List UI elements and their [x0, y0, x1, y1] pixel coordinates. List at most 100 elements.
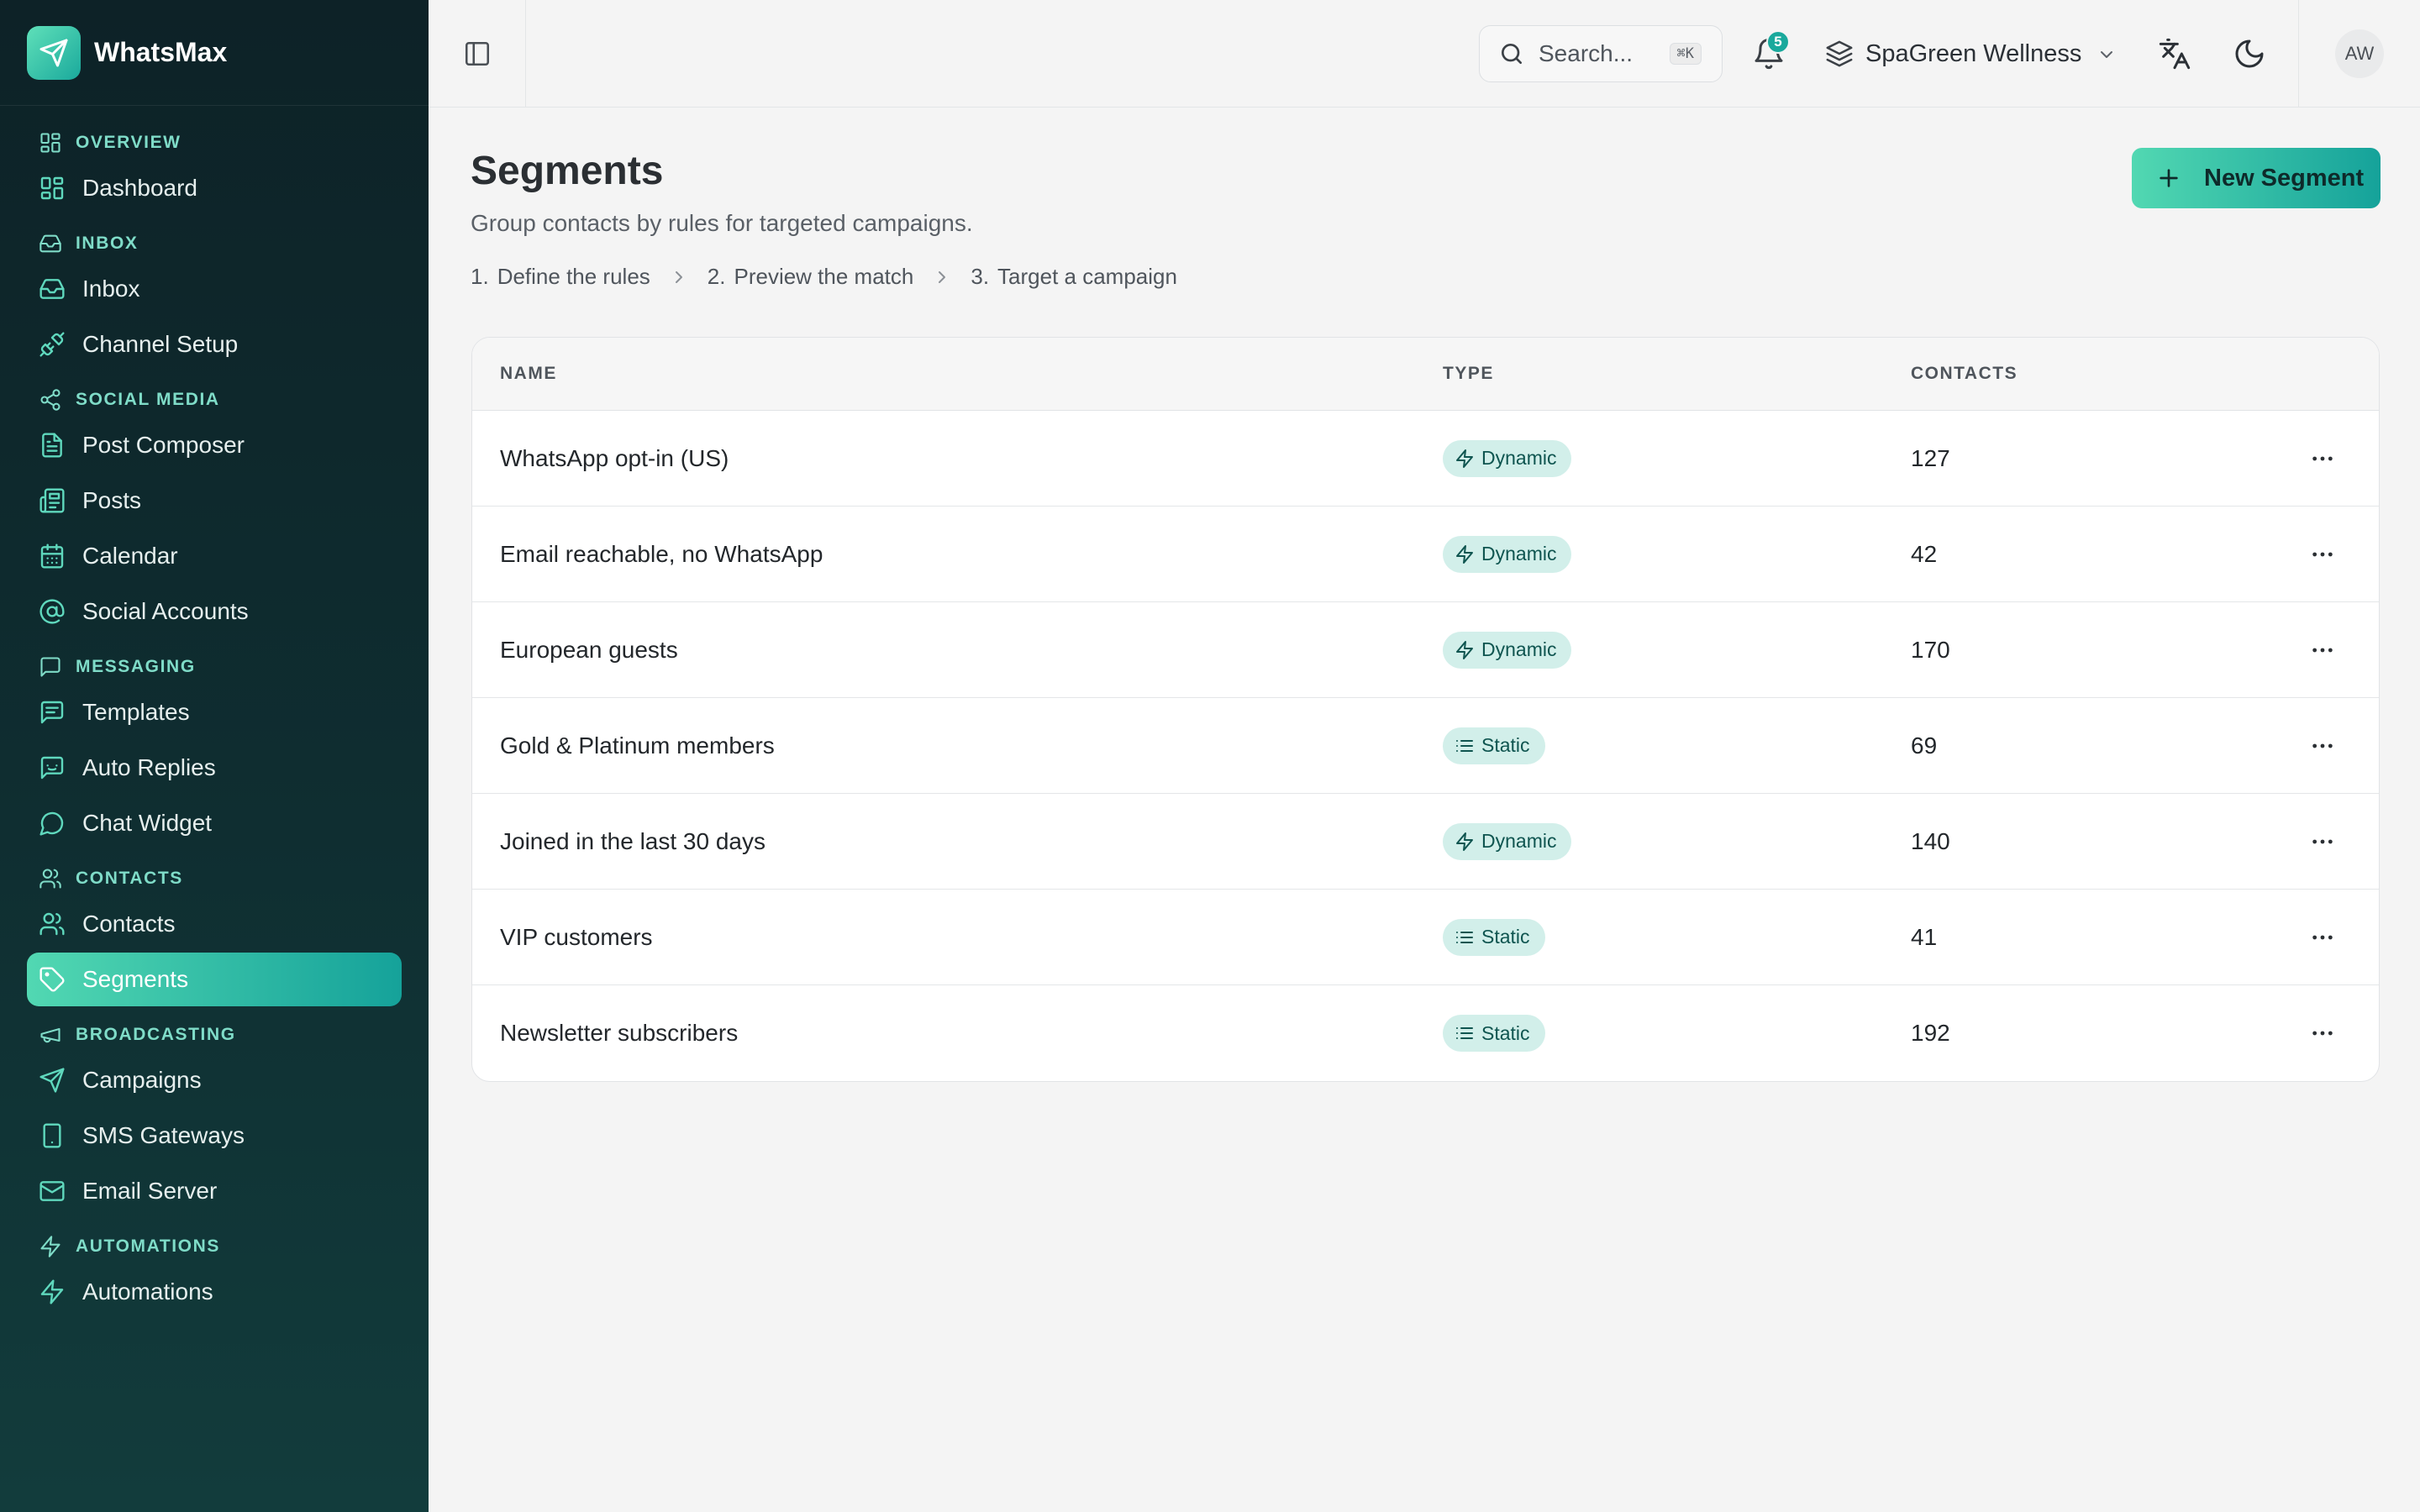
more-horizontal-icon: [2309, 924, 2336, 951]
table-row[interactable]: WhatsApp opt-in (US) Dynamic 127: [472, 411, 2379, 507]
users-icon: [39, 911, 66, 937]
row-actions-button[interactable]: [2304, 440, 2341, 477]
zap-icon: [1455, 832, 1475, 852]
app-name: WhatsMax: [94, 37, 228, 67]
sidebar-section-title: MESSAGING: [76, 657, 196, 676]
row-actions-button[interactable]: [2304, 536, 2341, 573]
sidebar-item-label: Campaigns: [82, 1067, 202, 1093]
contacts-count: 42: [1911, 540, 1938, 567]
users-icon: [39, 867, 62, 890]
plug-icon: [39, 331, 66, 358]
sidebar-item-post-composer[interactable]: Post Composer: [27, 418, 402, 472]
segment-type-badge: Dynamic: [1443, 535, 1572, 573]
row-actions-button[interactable]: [2304, 823, 2341, 860]
more-horizontal-icon: [2309, 732, 2336, 759]
step-label: Preview the match: [734, 264, 914, 289]
sidebar-item-inbox[interactable]: Inbox: [27, 262, 402, 316]
sidebar-section-title: SOCIAL MEDIA: [76, 390, 220, 409]
workspace-switcher[interactable]: SpaGreen Wellness: [1825, 34, 2117, 74]
sidebar-item-dashboard[interactable]: Dashboard: [27, 161, 402, 215]
type-cell: Dynamic: [1443, 535, 1572, 573]
segment-name[interactable]: European guests: [500, 637, 678, 664]
segment-type-label: Static: [1481, 1021, 1530, 1044]
more-horizontal-icon: [2309, 445, 2336, 472]
search-icon: [1498, 40, 1525, 67]
sidebar-item-contacts[interactable]: Contacts: [27, 897, 402, 951]
segment-name[interactable]: Joined in the last 30 days: [500, 828, 765, 855]
brand[interactable]: WhatsMax: [0, 0, 429, 106]
more-horizontal-icon: [2309, 541, 2336, 568]
segment-type-label: Static: [1481, 734, 1530, 756]
sidebar-item-automations[interactable]: Automations: [27, 1265, 402, 1319]
row-actions-button[interactable]: [2304, 727, 2341, 764]
sidebar-item-social-accounts[interactable]: Social Accounts: [27, 585, 402, 638]
type-cell: Dynamic: [1443, 439, 1572, 477]
more-horizontal-icon: [2309, 1020, 2336, 1047]
sidebar-item-auto-replies[interactable]: Auto Replies: [27, 741, 402, 795]
panel-left-icon: [463, 39, 492, 68]
step-number: 2.: [707, 264, 726, 289]
segment-type-badge: Static: [1443, 1015, 1545, 1052]
moon-icon[interactable]: [2233, 37, 2266, 71]
sidebar-item-channel-setup[interactable]: Channel Setup: [27, 318, 402, 371]
segment-name[interactable]: Gold & Platinum members: [500, 732, 775, 759]
sidebar-item-campaigns[interactable]: Campaigns: [27, 1053, 402, 1107]
sidebar-item-label: Inbox: [82, 276, 140, 302]
type-cell: Static: [1443, 1015, 1545, 1052]
user-menu[interactable]: AW: [2298, 0, 2420, 107]
sidebar-item-label: Templates: [82, 699, 190, 725]
calendar-icon: [39, 543, 66, 570]
sidebar-item-posts[interactable]: Posts: [27, 474, 402, 528]
sidebar-section-contacts: CONTACTS: [27, 862, 402, 895]
sidebar-item-sms-gateways[interactable]: SMS Gateways: [27, 1109, 402, 1163]
segment-type-label: Dynamic: [1481, 447, 1557, 469]
zap-icon: [1455, 449, 1475, 469]
table-row[interactable]: VIP customers Static 41: [472, 890, 2379, 985]
sidebar-toggle-button[interactable]: [429, 0, 526, 107]
segment-type-label: Dynamic: [1481, 543, 1557, 564]
row-actions-button[interactable]: [2304, 632, 2341, 669]
table-row[interactable]: Joined in the last 30 days Dynamic 140: [472, 794, 2379, 890]
column-header-name[interactable]: NAME: [500, 364, 557, 384]
column-header-contacts[interactable]: CONTACTS: [1911, 364, 2018, 384]
table-body: WhatsApp opt-in (US) Dynamic 127 Email reac…: [472, 411, 2379, 1081]
sidebar-item-label: Social Accounts: [82, 598, 249, 624]
sidebar-item-email-server[interactable]: Email Server: [27, 1164, 402, 1218]
sidebar-item-segments[interactable]: Segments: [27, 953, 402, 1006]
step-number: 1.: [471, 264, 489, 289]
sidebar-item-label: Automations: [82, 1278, 213, 1305]
new-segment-button[interactable]: New Segment: [2132, 148, 2381, 208]
sidebar-section-messaging: MESSAGING: [27, 650, 402, 684]
list-icon: [1455, 1023, 1475, 1043]
row-actions-button[interactable]: [2304, 919, 2341, 956]
sidebar-item-chat-widget[interactable]: Chat Widget: [27, 796, 402, 850]
translate-icon[interactable]: [2158, 37, 2191, 71]
sidebar-item-templates[interactable]: Templates: [27, 685, 402, 739]
table-row[interactable]: Newsletter subscribers Static 192: [472, 985, 2379, 1081]
sidebar-item-label: Contacts: [82, 911, 176, 937]
table-row[interactable]: Gold & Platinum members Static 69: [472, 698, 2379, 794]
segment-type-label: Dynamic: [1481, 830, 1557, 852]
at-sign-icon: [39, 598, 66, 625]
sidebar-item-label: Chat Widget: [82, 810, 213, 836]
sidebar-item-label: Calendar: [82, 543, 178, 569]
type-cell: Static: [1443, 727, 1545, 764]
segment-name[interactable]: WhatsApp opt-in (US): [500, 445, 729, 472]
tag-icon: [39, 966, 66, 993]
row-actions-button[interactable]: [2304, 1015, 2341, 1052]
search-box[interactable]: Search... ⌘K: [1479, 25, 1723, 82]
sidebar-item-calendar[interactable]: Calendar: [27, 529, 402, 583]
column-header-type[interactable]: TYPE: [1443, 364, 1494, 384]
chevron-down-icon: [2096, 44, 2117, 64]
megaphone-icon: [39, 1023, 62, 1047]
segment-name[interactable]: Newsletter subscribers: [500, 1020, 738, 1047]
segment-name[interactable]: VIP customers: [500, 924, 653, 951]
contacts-count: 170: [1911, 636, 1950, 663]
table-row[interactable]: Email reachable, no WhatsApp Dynamic 42: [472, 507, 2379, 602]
new-segment-label: New Segment: [2204, 164, 2365, 192]
table-row[interactable]: European guests Dynamic 170: [472, 602, 2379, 698]
step-number: 3.: [971, 264, 990, 289]
type-cell: Static: [1443, 918, 1545, 956]
inbox-icon: [39, 276, 66, 302]
segment-name[interactable]: Email reachable, no WhatsApp: [500, 541, 823, 568]
